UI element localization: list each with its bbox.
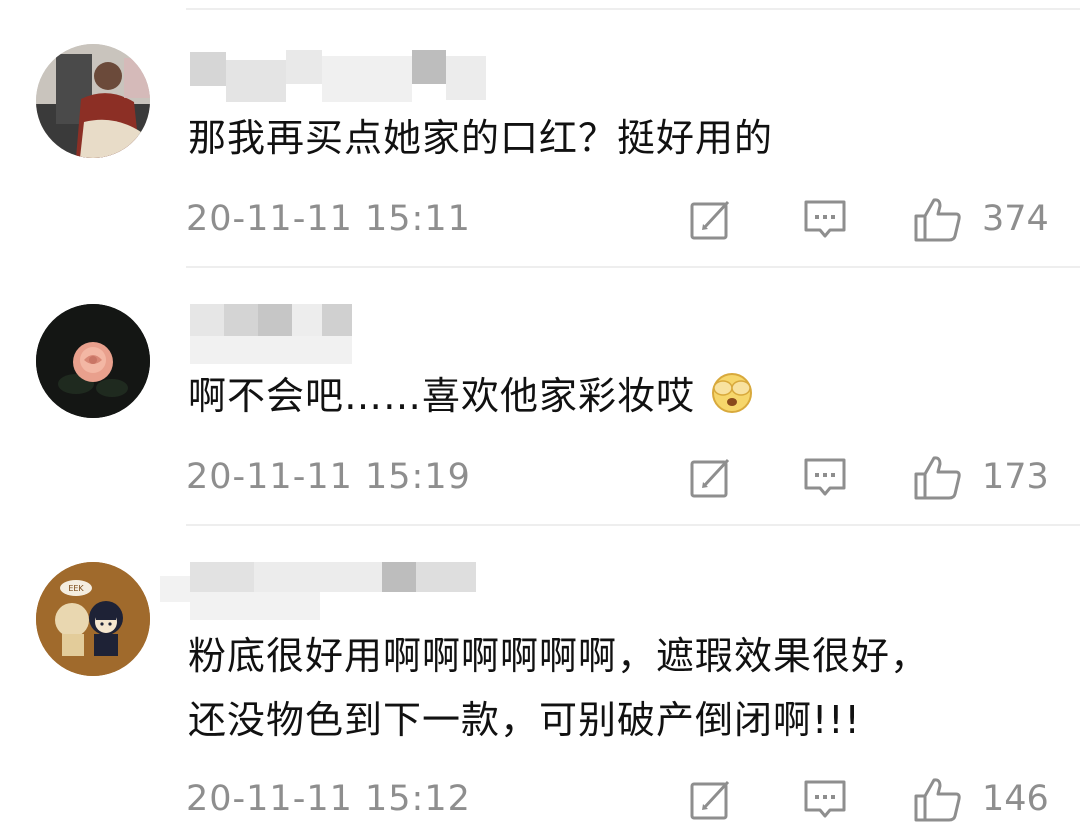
reply-icon[interactable]	[802, 196, 848, 242]
divider	[186, 266, 1080, 268]
repost-icon[interactable]	[688, 196, 734, 242]
timestamp: 20-11-11 15:19	[186, 457, 471, 497]
thumbs-up-icon[interactable]	[912, 196, 962, 242]
timestamp: 20-11-11 15:11	[186, 199, 471, 239]
thumbs-up-icon[interactable]	[912, 454, 962, 500]
avatar[interactable]	[36, 44, 150, 158]
comment-meta: 20-11-11 15:12 146	[186, 774, 1049, 824]
username-blurred[interactable]	[190, 50, 490, 102]
comment-text-line: 还没物色到下一款，可别破产倒闭啊!!!	[188, 698, 861, 742]
comment-text: 粉底很好用啊啊啊啊啊啊，遮瑕效果很好， 还没物色到下一款，可别破产倒闭啊!!!	[188, 624, 929, 752]
top-divider	[186, 8, 1080, 10]
avatar-badge-text: EEK	[68, 584, 84, 593]
divider	[186, 524, 1080, 526]
avatar[interactable]	[36, 304, 150, 418]
timestamp: 20-11-11 15:12	[186, 779, 471, 819]
like-count: 374	[982, 199, 1049, 239]
comment-text: 那我再买点她家的口红？挺好用的	[188, 108, 773, 168]
comment-meta: 20-11-11 15:19 173	[186, 452, 1049, 502]
like-count: 146	[982, 779, 1049, 819]
comment-text-line: 啊不会吧……喜欢他家彩妆哎	[188, 374, 696, 418]
reply-icon[interactable]	[802, 454, 848, 500]
comment-meta: 20-11-11 15:11 374	[186, 194, 1049, 244]
avatar[interactable]: EEK	[36, 562, 150, 676]
comment-text-line: 那我再买点她家的口红？挺好用的	[188, 116, 774, 160]
like-count: 173	[982, 457, 1049, 497]
username-blurred[interactable]	[190, 304, 360, 364]
repost-icon[interactable]	[688, 776, 734, 822]
username-blurred[interactable]	[160, 562, 490, 620]
repost-icon[interactable]	[688, 454, 734, 500]
comment-text: 啊不会吧……喜欢他家彩妆哎	[188, 366, 754, 426]
comment-text-line: 粉底很好用啊啊啊啊啊啊，遮瑕效果很好，	[188, 634, 930, 678]
reply-icon[interactable]	[802, 776, 848, 822]
covering-eyes-emoji-icon	[710, 371, 754, 415]
thumbs-up-icon[interactable]	[912, 776, 962, 822]
